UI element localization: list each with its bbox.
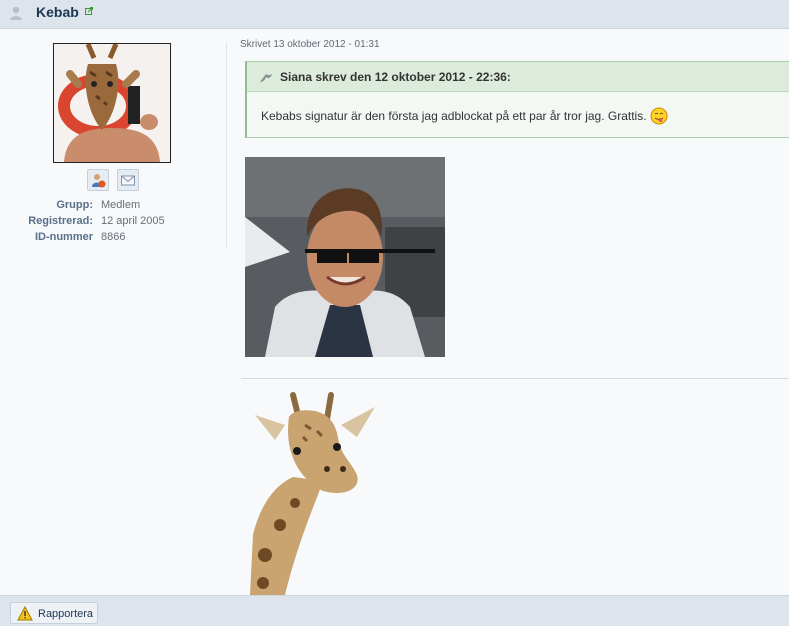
envelope-icon (121, 175, 135, 186)
column-divider (226, 42, 227, 247)
report-button[interactable]: Rapportera (10, 602, 98, 624)
avatar[interactable] (53, 43, 171, 163)
quote-icon (260, 74, 272, 82)
view-profile-button[interactable] (87, 169, 109, 191)
quote-author: Siana skrev den 12 oktober 2012 - 22:36: (280, 70, 511, 84)
quote-header: Siana skrev den 12 oktober 2012 - 22:36: (247, 62, 789, 92)
quote-text: Kebabs signatur är den första jag adbloc… (261, 107, 668, 126)
info-row-id: ID-nummer 8866 (0, 231, 226, 247)
info-value: 12 april 2005 (101, 215, 165, 227)
info-row-group: Grupp: Medlem (0, 199, 226, 215)
signature-image-giraffe (245, 385, 405, 595)
quote-block: Siana skrev den 12 oktober 2012 - 22:36:… (245, 61, 789, 138)
report-label: Rapportera (38, 608, 94, 620)
quote-body: Kebabs signatur är den första jag adbloc… (261, 109, 647, 124)
author-name-link[interactable]: Kebab (36, 4, 79, 20)
post-image-sunglasses (245, 157, 445, 357)
info-value: Medlem (101, 199, 141, 211)
post-header: Kebab (0, 0, 789, 29)
info-value: 8866 (101, 231, 126, 243)
user-icon (10, 6, 22, 20)
signature-divider (241, 378, 789, 379)
post-date: Skrivet 13 oktober 2012 - 01:31 (240, 39, 380, 50)
author-info: Grupp: Medlem Registrerad: 12 april 2005… (0, 199, 226, 247)
info-label: ID-nummer (34, 231, 93, 243)
external-link-icon[interactable] (85, 7, 93, 15)
send-message-button[interactable] (117, 169, 139, 191)
profile-card-icon (92, 174, 106, 188)
info-row-registered: Registrerad: 12 april 2005 (0, 215, 226, 231)
warning-icon (17, 606, 33, 621)
info-label: Grupp: (56, 199, 93, 211)
info-label: Registrerad: (28, 215, 93, 227)
post-footer: Rapportera (0, 595, 789, 626)
tongue-smiley-icon (650, 107, 668, 125)
